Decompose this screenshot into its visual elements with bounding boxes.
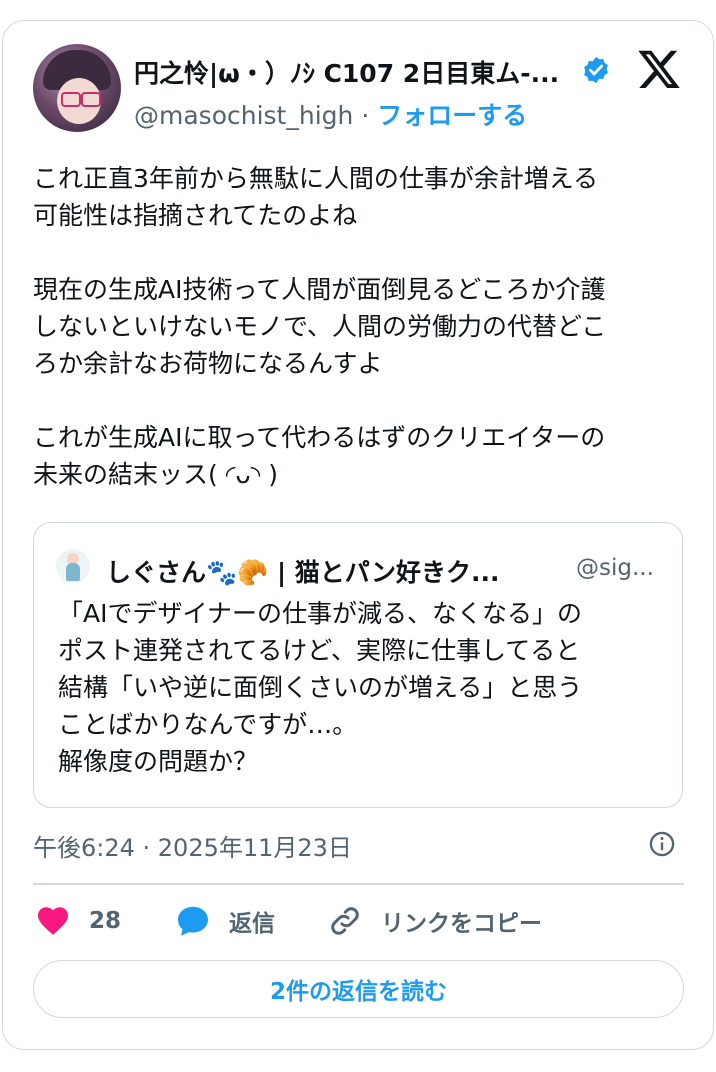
- tweet-paragraph: これが生成AIに取って代わるはずのクリエイターの 未来の結末ッス( ◜ᴗ◝ ): [33, 423, 606, 489]
- quoted-avatar-body: [66, 563, 80, 581]
- reply-label: 返信: [229, 911, 275, 937]
- info-icon[interactable]: [648, 830, 676, 858]
- action-bar: 28 返信 リンクをコピー: [33, 898, 684, 944]
- heart-icon: [38, 907, 68, 935]
- link-icon: [331, 907, 359, 935]
- copy-link-label: リンクをコピー: [381, 911, 542, 937]
- author-display-name[interactable]: 円之怜|ω・）ﾉｼ C107 2日目東ム-...: [134, 54, 559, 90]
- tweet-timestamp[interactable]: 午後6:24 · 2025年11月23日: [33, 828, 352, 863]
- read-replies-button[interactable]: 2件の返信を読む: [33, 960, 684, 1018]
- quoted-tweet-text: 「AIでデザイナーの仕事が減る、なくなる」の ポスト連発されてるけど、実際に仕事…: [58, 599, 583, 776]
- divider: [33, 883, 684, 885]
- like-button[interactable]: 28: [35, 898, 121, 944]
- author-handle[interactable]: @masochist_high: [134, 101, 353, 130]
- avatar-glasses-right: [81, 92, 101, 107]
- follow-button[interactable]: フォローする: [377, 101, 527, 130]
- quoted-author-name: しぐさん🐾🥐 | 猫とパン好きク...: [106, 558, 500, 587]
- reply-bubble-icon: [178, 906, 208, 936]
- verified-badge-icon: [584, 56, 608, 84]
- quoted-tweet[interactable]: しぐさん🐾🥐 | 猫とパン好きク... @sig... 「AIでデザイナーの仕事…: [33, 522, 683, 808]
- separator-dot: ·: [361, 101, 370, 130]
- tweet-paragraph: 現在の生成AI技術って人間が面倒見るどころか介護 しないといけないモノで、人間の…: [33, 275, 607, 378]
- avatar-glasses-left: [61, 92, 81, 107]
- x-logo-icon[interactable]: [636, 46, 682, 92]
- author-handle-row: @masochist_high · フォローする: [134, 96, 527, 132]
- like-count: 28: [89, 908, 122, 934]
- quoted-author-handle: @sig...: [576, 555, 654, 581]
- copy-link-button[interactable]: リンクをコピー: [327, 898, 542, 944]
- quoted-author-avatar: [56, 549, 90, 583]
- tweet-paragraph: これ正直3年前から無駄に人間の仕事が余計増える 可能性は指摘されてたのよね: [33, 164, 599, 230]
- author-avatar[interactable]: [33, 44, 121, 132]
- tweet-text: これ正直3年前から無駄に人間の仕事が余計増える 可能性は指摘されてたのよね 現在…: [33, 160, 683, 493]
- reply-button[interactable]: 返信: [175, 898, 275, 944]
